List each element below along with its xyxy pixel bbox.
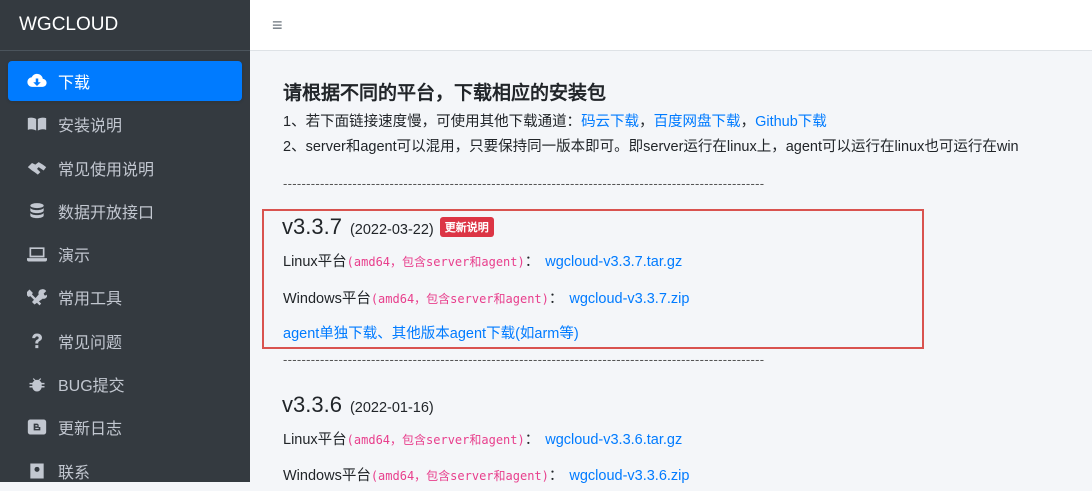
release-version: v3.3.6 (2022-01-16) — [282, 392, 434, 418]
windows-package-link[interactable]: wgcloud-v3.3.7.zip — [569, 291, 689, 307]
sidebar-item-label: 安装说明 — [58, 118, 123, 136]
tools-icon — [26, 287, 48, 307]
sidebar-item-label: 演示 — [58, 248, 91, 266]
linux-package-link[interactable]: wgcloud-v3.3.6.tar.gz — [545, 432, 682, 448]
comma: ， — [740, 114, 756, 130]
linux-download-row: Linux平台(amd64，包含server和agent)： wgcloud-v3… — [283, 250, 682, 271]
baidu-pan-download-link[interactable]: 百度网盘下载 — [654, 114, 741, 130]
sidebar-item-label: 下载 — [58, 75, 91, 92]
top-navbar — [250, 0, 1092, 51]
sidebar-item-label: BUG提交 — [58, 378, 125, 396]
colon: ： — [524, 432, 540, 448]
sidebar-item-tools[interactable]: 常用工具 — [8, 277, 242, 317]
sidebar-item-usage-guide[interactable]: 常见使用说明 — [8, 148, 242, 188]
sidebar-item-label: 常用工具 — [58, 291, 123, 309]
mirror-note-text: 1、若下面链接速度慢，可使用其他下载通道： — [283, 114, 582, 130]
sidebar: WGCLOUD 下载 安装说明 常见使用说明 数据开放接口 演示 常用工具 常见… — [0, 0, 250, 482]
sidebar-item-bug-report[interactable]: BUG提交 — [8, 364, 242, 404]
sidebar-item-faq[interactable]: 常见问题 — [8, 321, 242, 361]
blogger-icon — [26, 417, 48, 437]
book-icon — [26, 114, 48, 134]
mirror-note: 1、若下面链接速度慢，可使用其他下载通道：码云下载，百度网盘下载，Github下… — [283, 110, 827, 131]
sidebar-item-label: 数据开放接口 — [58, 204, 155, 222]
platform-label: Linux平台 — [283, 432, 347, 448]
page-title: 请根据不同的平台，下载相应的安装包 — [283, 83, 607, 104]
release-date: (2022-01-16) — [349, 400, 434, 416]
menu-toggle-icon[interactable]: ≡ — [272, 15, 283, 36]
platform-note: (amd64，包含server和agent) — [346, 433, 525, 447]
question-icon — [26, 331, 48, 351]
sidebar-item-label: 常见问题 — [58, 334, 123, 352]
sidebar-item-contact[interactable]: 联系 — [8, 451, 242, 491]
handshake-icon — [26, 158, 48, 178]
sidebar-item-install-guide[interactable]: 安装说明 — [8, 104, 242, 144]
release-date: (2022-03-22) — [349, 222, 434, 238]
platform-note: (amd64，包含server和agent) — [346, 255, 525, 269]
github-download-link[interactable]: Github下载 — [755, 114, 827, 130]
linux-download-row: Linux平台(amd64，包含server和agent)： wgcloud-v3… — [283, 428, 682, 449]
platform-label: Windows平台 — [283, 291, 371, 307]
comma: ， — [639, 114, 654, 130]
dashed-separator: ----------------------------------------… — [283, 352, 765, 367]
sidebar-item-changelog[interactable]: 更新日志 — [8, 407, 242, 447]
laptop-icon — [26, 244, 48, 264]
sidebar-item-label: 常见使用说明 — [58, 161, 155, 179]
sidebar-item-download[interactable]: 下载 — [8, 61, 242, 101]
platform-note: (amd64，包含server和agent) — [370, 469, 549, 483]
contact-icon — [26, 461, 48, 481]
gitee-download-link[interactable]: 码云下载 — [581, 114, 639, 130]
colon: ： — [524, 254, 540, 270]
version-number: v3.3.7 — [282, 214, 342, 239]
agent-download-link[interactable]: agent单独下载、其他版本agent下载(如arm等) — [283, 322, 579, 343]
sidebar-item-label: 联系 — [58, 464, 91, 482]
brand-logo[interactable]: WGCLOUD — [0, 0, 250, 51]
release-version: v3.3.7 (2022-03-22) 更新说明 — [282, 214, 494, 240]
linux-package-link[interactable]: wgcloud-v3.3.7.tar.gz — [545, 254, 682, 270]
platform-label: Linux平台 — [283, 254, 347, 270]
colon: ： — [548, 291, 564, 307]
windows-download-row: Windows平台(amd64，包含server和agent)： wgcloud-… — [283, 287, 689, 308]
changelog-badge[interactable]: 更新说明 — [439, 217, 494, 237]
sidebar-nav: 下载 安装说明 常见使用说明 数据开放接口 演示 常用工具 常见问题 BUG提交… — [0, 51, 250, 491]
bug-icon — [26, 374, 48, 394]
database-icon — [26, 201, 48, 221]
sidebar-item-label: 更新日志 — [58, 421, 123, 439]
sidebar-item-open-api[interactable]: 数据开放接口 — [8, 191, 242, 231]
sidebar-item-demo[interactable]: 演示 — [8, 234, 242, 274]
dashed-separator: ----------------------------------------… — [283, 176, 765, 191]
platform-note: (amd64，包含server和agent) — [370, 292, 549, 306]
compat-note: 2、server和agent可以混用，只要保持同一版本即可。即server运行在… — [283, 139, 1019, 155]
version-number: v3.3.6 — [282, 392, 342, 417]
cloud-download-icon — [26, 71, 48, 91]
